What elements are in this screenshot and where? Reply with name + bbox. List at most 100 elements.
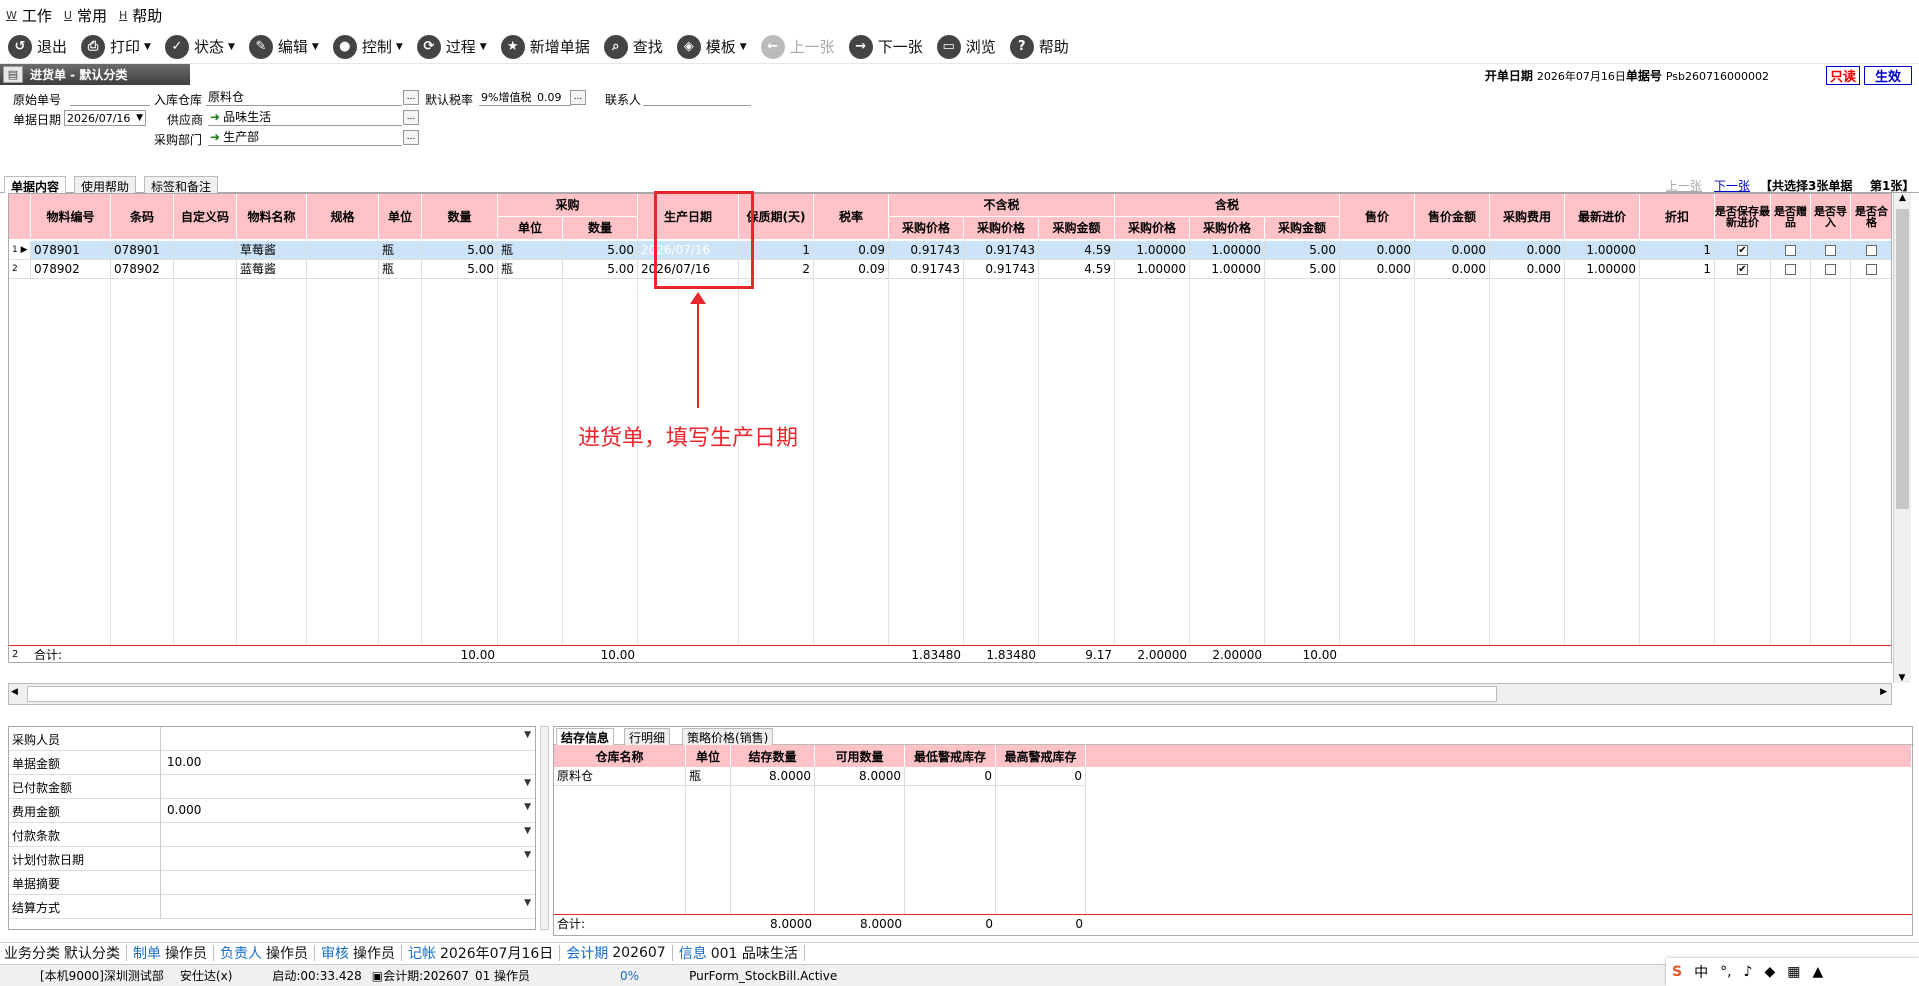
cell-fee[interactable]: 0.000	[1490, 260, 1565, 279]
col-max-stock[interactable]: 最高警戒库存	[996, 745, 1086, 767]
template-button[interactable]: ◈ 模板 ▼	[676, 34, 747, 59]
form-row-plan-date[interactable]: 计划付款日期 ▼	[9, 847, 535, 871]
chevron-down-icon[interactable]: ▼	[524, 826, 531, 836]
col-imported[interactable]: 是否导入	[1811, 194, 1851, 240]
exit-button[interactable]: ↺ 退出	[8, 34, 67, 59]
cell-ut-price2[interactable]: 0.91743	[964, 260, 1039, 279]
new-bill-button[interactable]: ★ 新增单据	[500, 34, 590, 59]
cell-barcode[interactable]: 078902	[111, 260, 174, 279]
cell-p-qty[interactable]: 5.00	[563, 241, 638, 260]
cell-p-qty[interactable]: 5.00	[563, 260, 638, 279]
splitter[interactable]	[540, 726, 549, 930]
warehouse-ellipsis-button[interactable]: ...	[403, 90, 419, 105]
cell-tax[interactable]: 0.09	[814, 241, 889, 260]
col-stock-unit[interactable]: 单位	[686, 745, 731, 767]
col-ut-amount[interactable]: 采购金额	[1039, 217, 1115, 240]
chevron-down-icon[interactable]: ▼	[524, 778, 531, 788]
form-row-terms[interactable]: 付款条款 ▼	[9, 823, 535, 847]
form-row-amount[interactable]: 单据金额 10.00	[9, 751, 535, 775]
tab-content[interactable]: 单据内容	[4, 176, 67, 194]
form-row-fee[interactable]: 费用金额 0.000 ▼	[9, 799, 535, 823]
scroll-left-icon[interactable]: ◀	[11, 687, 18, 697]
tab-stock-info[interactable]: 结存信息	[556, 728, 615, 745]
scroll-thumb[interactable]	[27, 686, 1497, 702]
date-picker[interactable]: 2026/07/16 ▼	[64, 110, 146, 126]
print-button[interactable]: ⎙ 打印 ▼	[81, 34, 151, 59]
menu-work[interactable]: W 工作	[6, 5, 52, 26]
col-t-amount[interactable]: 采购金额	[1265, 217, 1340, 240]
contact-field[interactable]	[643, 90, 751, 106]
checkbox[interactable]	[1866, 264, 1877, 275]
warehouse-field[interactable]: 原料仓	[206, 90, 402, 106]
cell-ut-amount[interactable]: 4.59	[1039, 260, 1115, 279]
col-keep-latest[interactable]: 是否保存最新进价	[1715, 194, 1771, 240]
cell-code[interactable]: 078901	[31, 241, 111, 260]
grid-vertical-scrollbar[interactable]: ▲ ▼	[1893, 193, 1911, 683]
cell-unit[interactable]: 瓶	[379, 241, 422, 260]
scroll-down-icon[interactable]: ▼	[1894, 673, 1910, 683]
col-sale[interactable]: 售价	[1340, 194, 1415, 240]
col-spec[interactable]: 规格	[307, 194, 379, 240]
col-ut-price2[interactable]: 采购价格	[964, 217, 1039, 240]
cell-t-price1[interactable]: 1.00000	[1115, 241, 1190, 260]
cell-ut-price1[interactable]: 0.91743	[889, 241, 964, 260]
help-button[interactable]: ? 帮助	[1009, 34, 1069, 59]
cell-p-unit[interactable]: 瓶	[498, 260, 563, 279]
control-button[interactable]: ● 控制 ▼	[332, 34, 403, 59]
browse-button[interactable]: ▭ 浏览	[936, 34, 996, 59]
tab-tags[interactable]: 标签和备注	[144, 176, 219, 194]
col-code[interactable]: 物料编号	[31, 194, 111, 240]
cell-fee[interactable]: 0.000	[1490, 241, 1565, 260]
col-gift[interactable]: 是否赠品	[1771, 194, 1811, 240]
col-min-stock[interactable]: 最低警戒库存	[905, 745, 996, 767]
form-row-paid[interactable]: 已付款金额 ▼	[9, 775, 535, 799]
cell-ut-price2[interactable]: 0.91743	[964, 241, 1039, 260]
process-button[interactable]: ⟳ 过程 ▼	[416, 34, 487, 59]
form-row-buyer[interactable]: 采购人员 ▼	[9, 727, 535, 751]
find-button[interactable]: ⌕ 查找	[603, 34, 663, 59]
ime-toolbar[interactable]: S 中 °, ♪ ◆ ▦ ▲	[1666, 958, 1919, 986]
cell-qty[interactable]: 5.00	[422, 260, 498, 279]
cell-imported[interactable]	[1811, 260, 1851, 279]
cell-keep-latest[interactable]: ✔	[1715, 241, 1771, 260]
form-row-summary[interactable]: 单据摘要	[9, 871, 535, 895]
cell-name[interactable]: 草莓酱	[237, 241, 307, 260]
cell-sale-amount[interactable]: 0.000	[1415, 260, 1490, 279]
cell-gift[interactable]	[1771, 241, 1811, 260]
cell-ut-amount[interactable]: 4.59	[1039, 241, 1115, 260]
cell-tax[interactable]: 0.09	[814, 260, 889, 279]
cell-discount[interactable]: 1	[1640, 241, 1715, 260]
form-row-settlement[interactable]: 结算方式 ▼	[9, 895, 535, 919]
chevron-down-icon[interactable]: ▼	[524, 730, 531, 740]
col-barcode[interactable]: 条码	[111, 194, 174, 240]
cell-spec[interactable]	[307, 260, 379, 279]
cell-contract[interactable]	[1851, 260, 1891, 279]
col-fee[interactable]: 采购费用	[1490, 194, 1565, 240]
shirt-icon[interactable]: ▲	[1813, 964, 1824, 980]
cell-spec[interactable]	[307, 241, 379, 260]
col-unit[interactable]: 单位	[379, 194, 422, 240]
orig-no-field[interactable]	[70, 90, 150, 106]
tax-ellipsis-button[interactable]: ...	[570, 90, 586, 105]
cell-t-price2[interactable]: 1.00000	[1190, 241, 1265, 260]
cell-sale[interactable]: 0.000	[1340, 241, 1415, 260]
grid-icon[interactable]: ▦	[1787, 964, 1800, 980]
col-latest-price[interactable]: 最新进价	[1565, 194, 1640, 240]
cell-sale[interactable]: 0.000	[1340, 260, 1415, 279]
cell-latest-price[interactable]: 1.00000	[1565, 241, 1640, 260]
chevron-down-icon[interactable]: ▼	[524, 898, 531, 908]
skin-icon[interactable]: ◆	[1764, 964, 1775, 980]
col-available-qty[interactable]: 可用数量	[815, 745, 905, 767]
cell-name[interactable]: 蓝莓酱	[237, 260, 307, 279]
col-contract[interactable]: 是否合格	[1851, 194, 1891, 240]
cell-custom[interactable]	[174, 241, 237, 260]
scroll-right-icon[interactable]: ▶	[1880, 687, 1887, 697]
cell-code[interactable]: 078902	[31, 260, 111, 279]
ime-punct[interactable]: °,	[1720, 964, 1731, 980]
col-t-price1[interactable]: 采购价格	[1115, 217, 1190, 240]
tab-row-detail[interactable]: 行明细	[624, 728, 671, 745]
cell-sale-amount[interactable]: 0.000	[1415, 241, 1490, 260]
dept-field[interactable]: ➜ 生产部	[208, 130, 402, 146]
col-stock-qty[interactable]: 结存数量	[731, 745, 815, 767]
cell-t-amount[interactable]: 5.00	[1265, 241, 1340, 260]
